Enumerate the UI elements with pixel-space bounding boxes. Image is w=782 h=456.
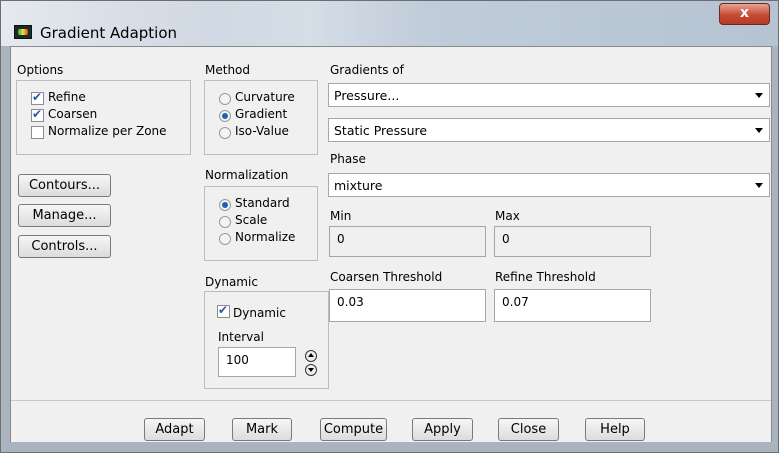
app-icon bbox=[14, 25, 32, 39]
manage-button[interactable]: Manage... bbox=[18, 204, 111, 227]
chevron-down-icon bbox=[755, 183, 763, 188]
method-iso-value-label: Iso-Value bbox=[235, 124, 289, 138]
min-label: Min bbox=[330, 209, 352, 223]
interval-increment-icon[interactable] bbox=[305, 350, 317, 362]
phase-heading: Phase bbox=[330, 152, 366, 166]
dialog-body: Options Refine Coarsen Normalize per Zon… bbox=[10, 46, 772, 448]
coarsen-threshold-label: Coarsen Threshold bbox=[330, 270, 443, 284]
gradients-of-heading: Gradients of bbox=[330, 63, 404, 77]
normalization-scale-radio[interactable] bbox=[219, 216, 231, 228]
dialog-window: Gradient Adaption x Options Refine Coars… bbox=[0, 0, 779, 453]
normalization-heading: Normalization bbox=[205, 168, 289, 182]
method-group: Curvature Gradient Iso-Value bbox=[204, 80, 318, 155]
coarsen-checkbox[interactable] bbox=[31, 107, 44, 122]
title-bar[interactable]: Gradient Adaption x bbox=[1, 1, 778, 46]
phase-dropdown[interactable]: mixture bbox=[328, 173, 770, 197]
max-field: 0 bbox=[494, 226, 651, 257]
footer-separator bbox=[11, 400, 771, 401]
interval-label: Interval bbox=[218, 330, 264, 344]
dynamic-heading: Dynamic bbox=[205, 275, 258, 289]
dynamic-group: Dynamic Interval 100 bbox=[204, 291, 329, 389]
normalization-standard-radio[interactable] bbox=[219, 199, 231, 211]
normalization-group: Standard Scale Normalize bbox=[204, 186, 318, 261]
dynamic-checkbox[interactable] bbox=[217, 303, 230, 318]
coarsen-threshold-value: 0.03 bbox=[337, 295, 364, 309]
method-heading: Method bbox=[205, 63, 251, 77]
controls-button[interactable]: Controls... bbox=[18, 235, 111, 258]
method-curvature-label: Curvature bbox=[235, 90, 295, 104]
max-value: 0 bbox=[502, 232, 510, 246]
normalization-scale-label: Scale bbox=[235, 213, 268, 227]
dynamic-checkbox-label: Dynamic bbox=[233, 306, 286, 320]
min-value: 0 bbox=[337, 232, 345, 246]
adapt-button[interactable]: Adapt bbox=[144, 418, 205, 441]
refine-checkbox[interactable] bbox=[31, 90, 44, 105]
apply-button[interactable]: Apply bbox=[412, 418, 473, 441]
method-iso-value-radio[interactable] bbox=[219, 127, 231, 139]
method-gradient-radio[interactable] bbox=[219, 110, 231, 122]
refine-label: Refine bbox=[48, 90, 86, 104]
compute-button[interactable]: Compute bbox=[320, 418, 387, 441]
gradient-quantity-value: Static Pressure bbox=[334, 123, 428, 138]
phase-value: mixture bbox=[334, 178, 383, 193]
min-field: 0 bbox=[329, 226, 486, 257]
refine-threshold-value: 0.07 bbox=[502, 295, 529, 309]
close-button[interactable]: Close bbox=[498, 418, 559, 441]
gradient-category-value: Pressure... bbox=[334, 88, 400, 103]
interval-input[interactable]: 100 bbox=[218, 347, 296, 377]
normalize-per-zone-checkbox[interactable] bbox=[31, 126, 44, 139]
help-button[interactable]: Help bbox=[585, 418, 645, 441]
method-curvature-radio[interactable] bbox=[219, 93, 231, 105]
gradient-quantity-dropdown[interactable]: Static Pressure bbox=[328, 118, 770, 142]
chevron-down-icon bbox=[755, 128, 763, 133]
method-gradient-label: Gradient bbox=[235, 107, 288, 121]
window-title: Gradient Adaption bbox=[40, 24, 178, 42]
max-label: Max bbox=[495, 209, 520, 223]
coarsen-threshold-input[interactable]: 0.03 bbox=[329, 289, 486, 322]
normalization-standard-label: Standard bbox=[235, 196, 290, 210]
options-heading: Options bbox=[17, 63, 64, 77]
normalize-per-zone-label: Normalize per Zone bbox=[48, 124, 167, 138]
normalization-normalize-label: Normalize bbox=[235, 230, 296, 244]
contours-button[interactable]: Contours... bbox=[18, 174, 111, 197]
refine-threshold-input[interactable]: 0.07 bbox=[494, 289, 651, 322]
close-window-button[interactable]: x bbox=[719, 3, 770, 25]
coarsen-label: Coarsen bbox=[48, 107, 98, 121]
normalization-normalize-radio[interactable] bbox=[219, 233, 231, 245]
refine-threshold-label: Refine Threshold bbox=[495, 270, 596, 284]
interval-value: 100 bbox=[226, 353, 249, 367]
gradient-category-dropdown[interactable]: Pressure... bbox=[328, 83, 770, 107]
chevron-down-icon bbox=[755, 93, 763, 98]
options-group: Refine Coarsen Normalize per Zone bbox=[16, 80, 191, 155]
mark-button[interactable]: Mark bbox=[232, 418, 292, 441]
interval-decrement-icon[interactable] bbox=[305, 364, 317, 376]
window-bottom-border bbox=[2, 442, 778, 452]
